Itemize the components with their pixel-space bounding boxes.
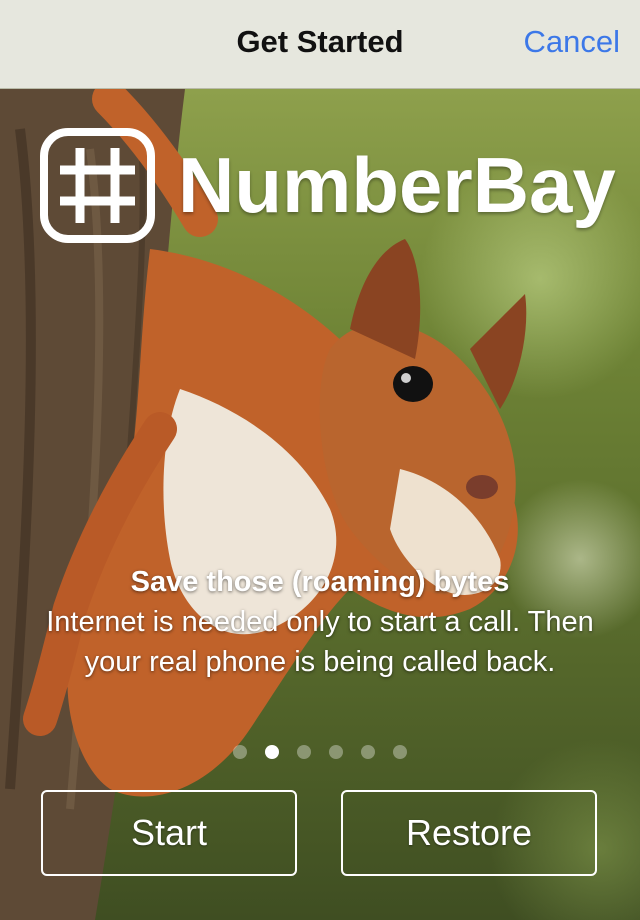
navigation-bar: Get Started Cancel	[0, 0, 640, 89]
slide-caption: Save those (roaming) bytes Internet is n…	[30, 562, 610, 682]
page-dot-active[interactable]	[265, 745, 279, 759]
page-indicator[interactable]	[0, 745, 640, 759]
page-dot[interactable]	[297, 745, 311, 759]
restore-button[interactable]: Restore	[341, 790, 597, 876]
page-dot[interactable]	[361, 745, 375, 759]
numberbay-hash-icon	[40, 128, 155, 243]
slide-body: Internet is needed only to start a call.…	[46, 606, 594, 678]
logo-wordmark: NumberBay	[178, 141, 616, 229]
app-logo: NumberBay	[40, 128, 616, 243]
onboarding-screen: Get Started Cancel NumberBay Save those …	[0, 0, 640, 920]
page-dot[interactable]	[393, 745, 407, 759]
page-dot[interactable]	[329, 745, 343, 759]
cancel-button[interactable]: Cancel	[524, 24, 621, 60]
start-button[interactable]: Start	[41, 790, 297, 876]
slide-title: Save those (roaming) bytes	[130, 566, 510, 598]
page-dot[interactable]	[233, 745, 247, 759]
